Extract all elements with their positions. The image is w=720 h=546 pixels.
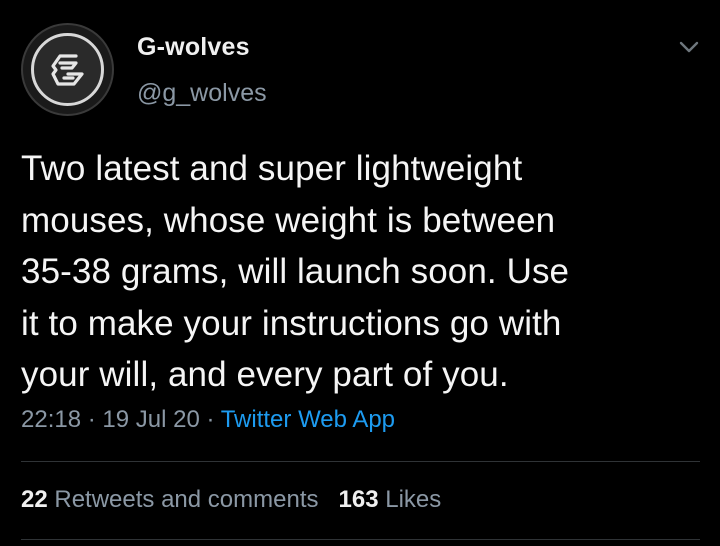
username-handle[interactable]: @g_wolves (137, 79, 267, 108)
retweets-stat[interactable]: 22 Retweets and comments (21, 486, 319, 513)
tweet-source-link[interactable]: Twitter Web App (221, 406, 395, 433)
g-wolves-logo-icon (31, 33, 104, 106)
likes-label: Likes (385, 486, 442, 513)
meta-separator: · (206, 406, 215, 433)
display-name[interactable]: G-wolves (137, 33, 250, 62)
tweet-meta: 22:18 · 19 Jul 20 · Twitter Web App (21, 406, 395, 434)
divider (21, 539, 700, 540)
likes-count: 163 (338, 486, 379, 513)
tweet-time[interactable]: 22:18 (21, 406, 81, 433)
avatar[interactable] (21, 23, 114, 116)
chevron-down-icon[interactable] (676, 34, 702, 60)
likes-stat[interactable]: 163 Likes (339, 486, 442, 513)
divider (21, 461, 700, 462)
tweet-date[interactable]: 19 Jul 20 (102, 406, 199, 433)
tweet-text: Two latest and super lightweight mouses,… (21, 149, 570, 394)
retweets-label: Retweets and comments (54, 486, 319, 513)
meta-separator: · (87, 406, 96, 433)
retweets-count: 22 (21, 486, 48, 513)
tweet-card: G-wolves @g_wolves Two latest and super … (0, 0, 720, 546)
tweet-stats: 22 Retweets and comments 163 Likes (21, 486, 441, 514)
